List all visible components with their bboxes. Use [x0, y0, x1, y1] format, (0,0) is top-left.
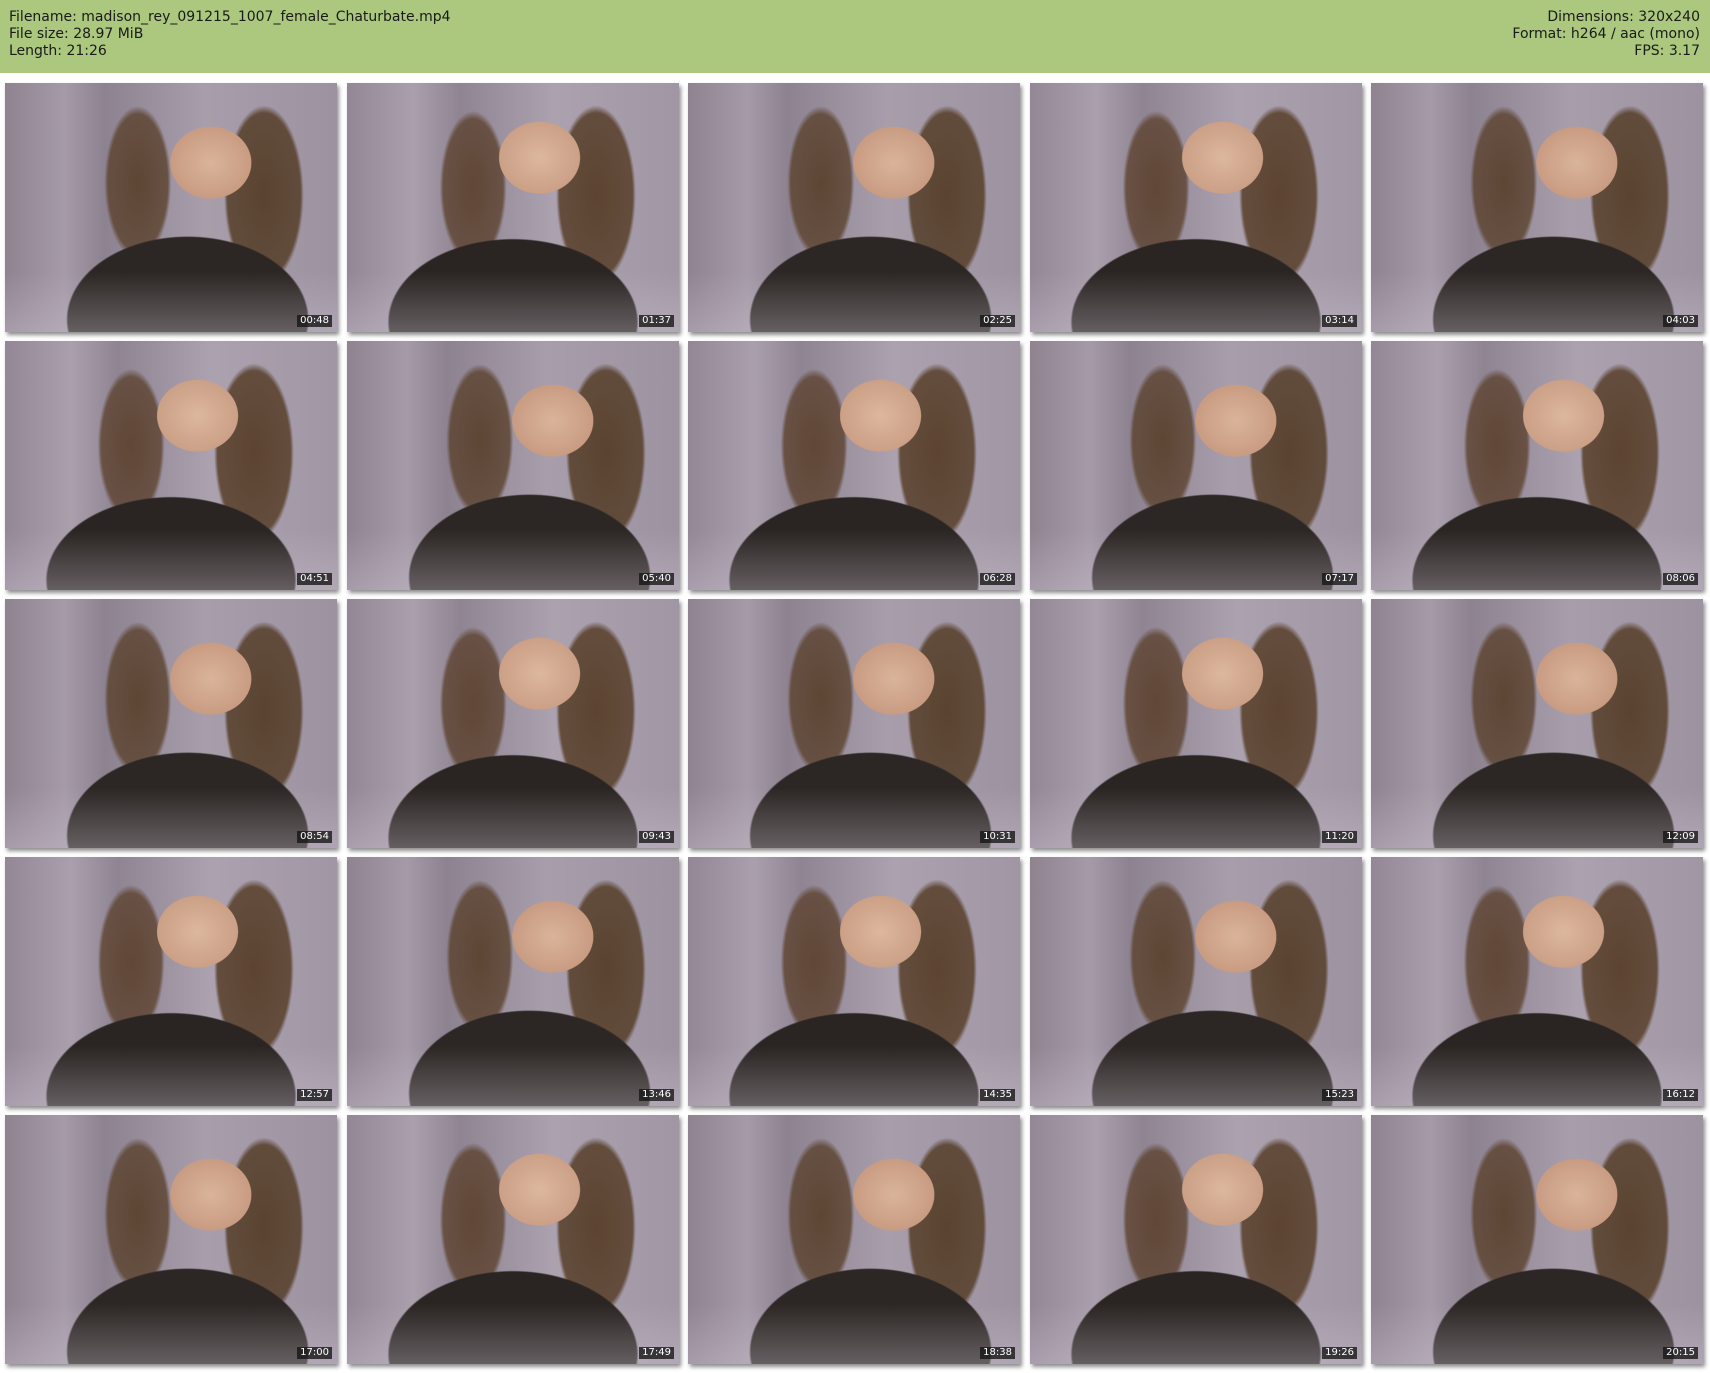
timestamp-label: 02:25 [980, 315, 1015, 327]
timestamp-label: 10:31 [980, 831, 1015, 843]
thumbnail-frame: 17:49 [347, 1115, 679, 1364]
timestamp-label: 17:49 [639, 1347, 674, 1359]
thumbnail-frame: 10:31 [688, 599, 1020, 848]
thumbnail-frame: 04:03 [1371, 83, 1703, 332]
thumbnail-frame: 17:00 [5, 1115, 337, 1364]
video-still-image [5, 857, 337, 1106]
timestamp-label: 12:57 [297, 1089, 332, 1101]
thumbnail-frame: 15:23 [1030, 857, 1362, 1106]
timestamp-label: 04:51 [297, 573, 332, 585]
thumbnail-frame: 02:25 [688, 83, 1020, 332]
thumbnail-frame: 12:57 [5, 857, 337, 1106]
timestamp-label: 09:43 [639, 831, 674, 843]
thumbnail-frame: 11:20 [1030, 599, 1362, 848]
video-still-image [347, 599, 679, 848]
timestamp-label: 11:20 [1322, 831, 1357, 843]
video-still-image [1030, 1115, 1362, 1364]
thumbnail-frame: 16:12 [1371, 857, 1703, 1106]
timestamp-label: 13:46 [639, 1089, 674, 1101]
thumbnail-frame: 12:09 [1371, 599, 1703, 848]
thumbnail-frame: 08:06 [1371, 341, 1703, 590]
video-still-image [1030, 341, 1362, 590]
thumbnail-frame: 08:54 [5, 599, 337, 848]
video-still-image [688, 857, 1020, 1106]
video-still-image [1030, 83, 1362, 332]
thumbnail-frame: 07:17 [1030, 341, 1362, 590]
timestamp-label: 12:09 [1663, 831, 1698, 843]
thumbnail-frame: 03:14 [1030, 83, 1362, 332]
timestamp-label: 19:26 [1322, 1347, 1357, 1359]
video-still-image [1030, 857, 1362, 1106]
thumbnail-frame: 05:40 [347, 341, 679, 590]
thumbnail-frame: 04:51 [5, 341, 337, 590]
thumbnail-frame: 14:35 [688, 857, 1020, 1106]
timestamp-label: 15:23 [1322, 1089, 1357, 1101]
timestamp-label: 16:12 [1663, 1089, 1698, 1101]
file-info-right: Dimensions: 320x240 Format: h264 / aac (… [1512, 9, 1700, 60]
dimensions-text: Dimensions: 320x240 [1547, 9, 1700, 25]
video-still-image [1371, 599, 1703, 848]
video-still-image [5, 341, 337, 590]
video-still-image [688, 1115, 1020, 1364]
length-text: Length: 21:26 [9, 43, 107, 59]
timestamp-label: 08:54 [297, 831, 332, 843]
video-still-image [1371, 83, 1703, 332]
timestamp-label: 07:17 [1322, 573, 1357, 585]
video-still-image [347, 857, 679, 1106]
timestamp-label: 01:37 [639, 315, 674, 327]
file-info-left: Filename: madison_rey_091215_1007_female… [9, 9, 451, 60]
video-still-image [347, 1115, 679, 1364]
thumbnail-frame: 19:26 [1030, 1115, 1362, 1364]
filename-text: Filename: madison_rey_091215_1007_female… [9, 9, 451, 25]
thumbnail-frame: 13:46 [347, 857, 679, 1106]
video-still-image [688, 83, 1020, 332]
video-still-image [5, 83, 337, 332]
video-still-image [1371, 341, 1703, 590]
timestamp-label: 00:48 [297, 315, 332, 327]
video-still-image [5, 599, 337, 848]
file-size-text: File size: 28.97 MiB [9, 26, 144, 42]
timestamp-label: 06:28 [980, 573, 1015, 585]
video-still-image [688, 341, 1020, 590]
thumbnail-grid: 00:48 01:37 02:25 03:14 04:03 04:51 05:40 06:28… [5, 83, 1705, 1368]
timestamp-label: 14:35 [980, 1089, 1015, 1101]
video-still-image [688, 599, 1020, 848]
timestamp-label: 04:03 [1663, 315, 1698, 327]
video-still-image [5, 1115, 337, 1364]
video-still-image [1371, 857, 1703, 1106]
timestamp-label: 18:38 [980, 1347, 1015, 1359]
video-still-image [1030, 599, 1362, 848]
video-still-image [347, 83, 679, 332]
thumbnail-frame: 00:48 [5, 83, 337, 332]
thumbnail-frame: 06:28 [688, 341, 1020, 590]
video-still-image [1371, 1115, 1703, 1364]
video-still-image [347, 341, 679, 590]
thumbnail-frame: 18:38 [688, 1115, 1020, 1364]
thumbnail-frame: 20:15 [1371, 1115, 1703, 1364]
timestamp-label: 20:15 [1663, 1347, 1698, 1359]
info-header: Filename: madison_rey_091215_1007_female… [0, 0, 1710, 73]
timestamp-label: 05:40 [639, 573, 674, 585]
timestamp-label: 17:00 [297, 1347, 332, 1359]
timestamp-label: 03:14 [1322, 315, 1357, 327]
thumbnail-frame: 01:37 [347, 83, 679, 332]
thumbnail-frame: 09:43 [347, 599, 679, 848]
format-text: Format: h264 / aac (mono) [1512, 26, 1700, 42]
timestamp-label: 08:06 [1663, 573, 1698, 585]
fps-text: FPS: 3.17 [1634, 43, 1700, 59]
